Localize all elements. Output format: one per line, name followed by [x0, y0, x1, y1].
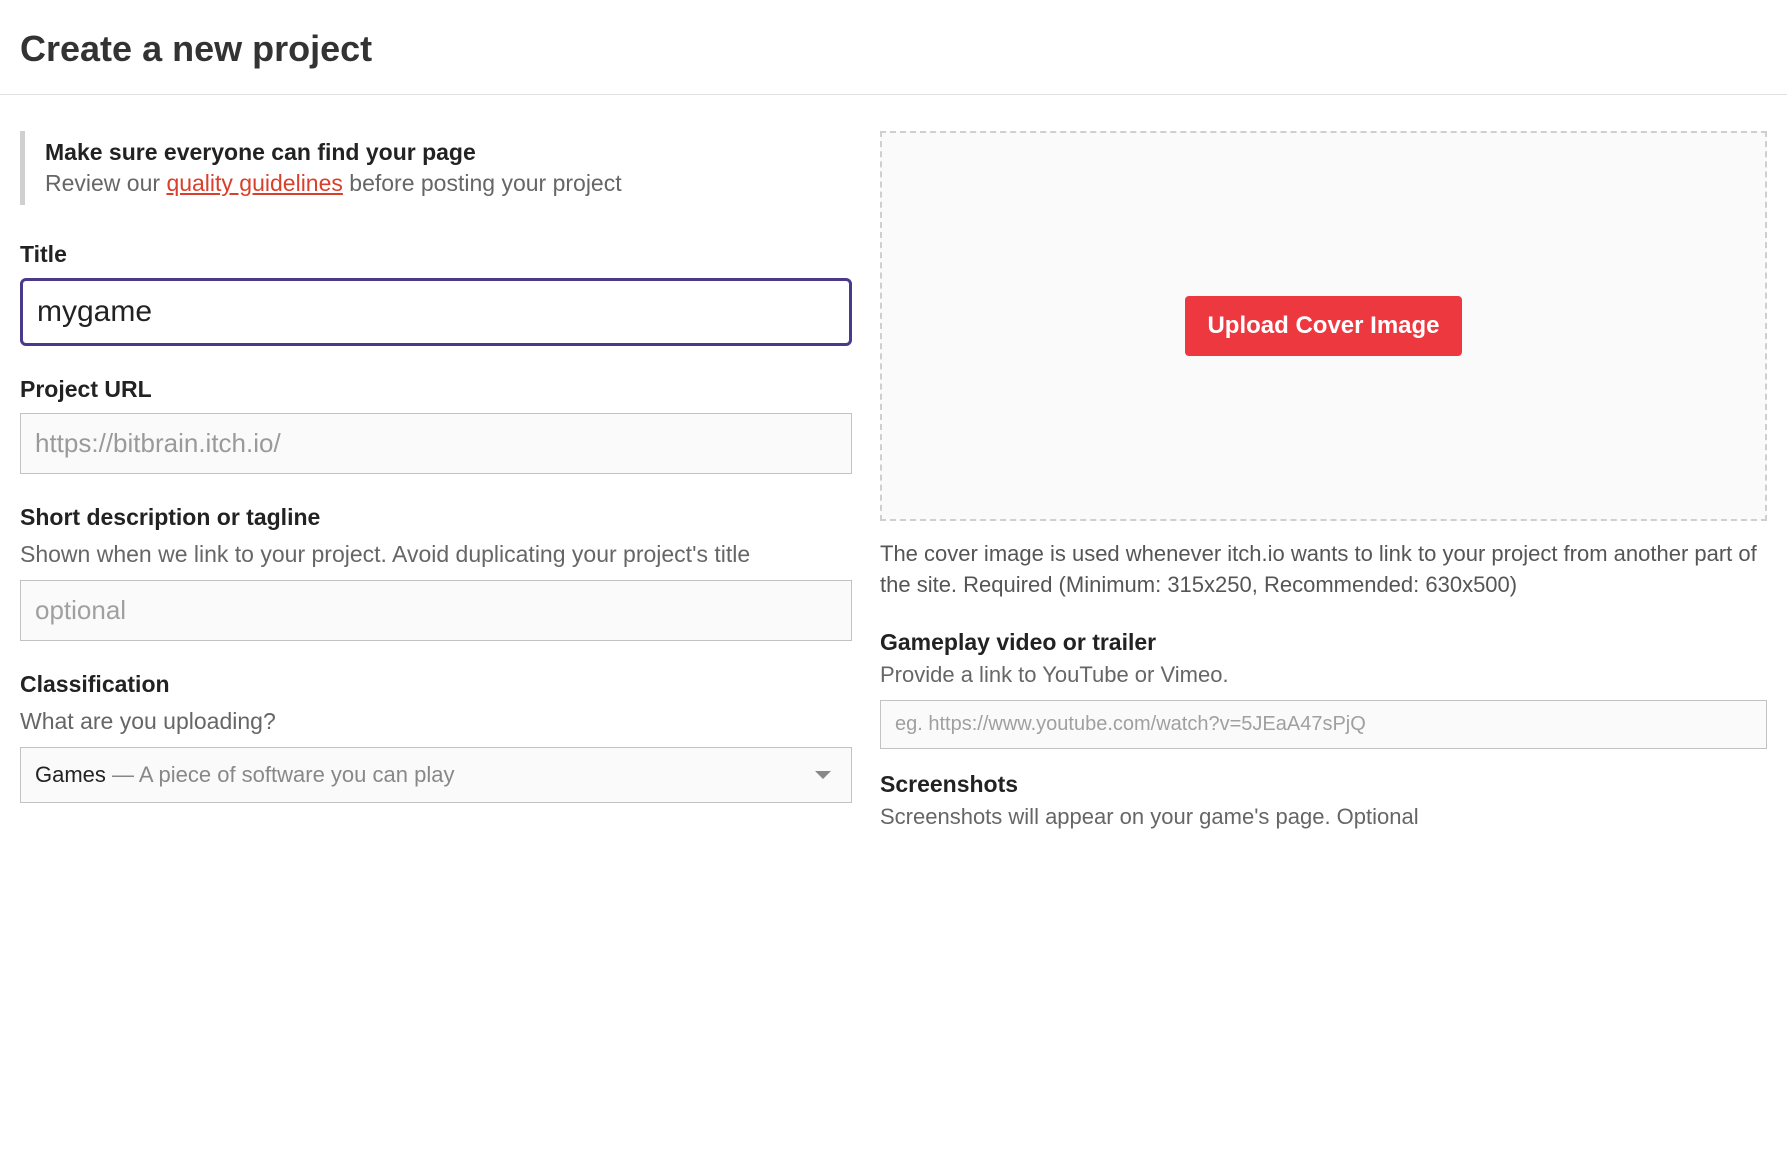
classification-selected: Games — [35, 762, 106, 787]
short-desc-group: Short description or tagline Shown when … — [20, 504, 852, 641]
video-section: Gameplay video or trailer Provide a link… — [880, 629, 1767, 749]
title-input[interactable] — [20, 278, 852, 346]
form-column: Make sure everyone can find your page Re… — [20, 131, 852, 842]
classification-value-wrap: Games — A piece of software you can play — [35, 762, 454, 788]
short-desc-label: Short description or tagline — [20, 504, 852, 531]
video-url-input[interactable] — [880, 700, 1767, 749]
classification-label: Classification — [20, 671, 852, 698]
classification-select[interactable]: Games — A piece of software you can play — [20, 747, 852, 803]
notice-text: Review our quality guidelines before pos… — [45, 170, 852, 197]
video-label: Gameplay video or trailer — [880, 629, 1767, 656]
cover-upload-box[interactable]: Upload Cover Image — [880, 131, 1767, 521]
quality-guidelines-link[interactable]: quality guidelines — [166, 170, 342, 196]
notice-after-link: before posting your project — [343, 170, 622, 196]
title-group: Title — [20, 241, 852, 346]
short-desc-hint: Shown when we link to your project. Avoi… — [20, 541, 852, 568]
classification-hint: What are you uploading? — [20, 708, 852, 735]
screenshots-label: Screenshots — [880, 771, 1767, 798]
project-url-group: Project URL — [20, 376, 852, 474]
upload-cover-button[interactable]: Upload Cover Image — [1185, 296, 1461, 356]
chevron-down-icon — [815, 771, 831, 779]
screenshots-section: Screenshots Screenshots will appear on y… — [880, 771, 1767, 830]
classification-secondary: — A piece of software you can play — [106, 762, 455, 787]
cover-help-text: The cover image is used whenever itch.io… — [880, 539, 1767, 601]
title-label: Title — [20, 241, 852, 268]
page-title: Create a new project — [20, 28, 1767, 70]
classification-group: Classification What are you uploading? G… — [20, 671, 852, 803]
project-url-label: Project URL — [20, 376, 852, 403]
content-area: Make sure everyone can find your page Re… — [0, 95, 1787, 842]
page-header: Create a new project — [0, 0, 1787, 95]
short-desc-input[interactable] — [20, 580, 852, 641]
screenshots-hint: Screenshots will appear on your game's p… — [880, 804, 1767, 830]
project-url-input[interactable] — [20, 413, 852, 474]
aside-column: Upload Cover Image The cover image is us… — [880, 131, 1767, 842]
notice-box: Make sure everyone can find your page Re… — [20, 131, 852, 205]
video-hint: Provide a link to YouTube or Vimeo. — [880, 662, 1767, 688]
notice-title: Make sure everyone can find your page — [45, 139, 852, 166]
notice-before-link: Review our — [45, 170, 166, 196]
